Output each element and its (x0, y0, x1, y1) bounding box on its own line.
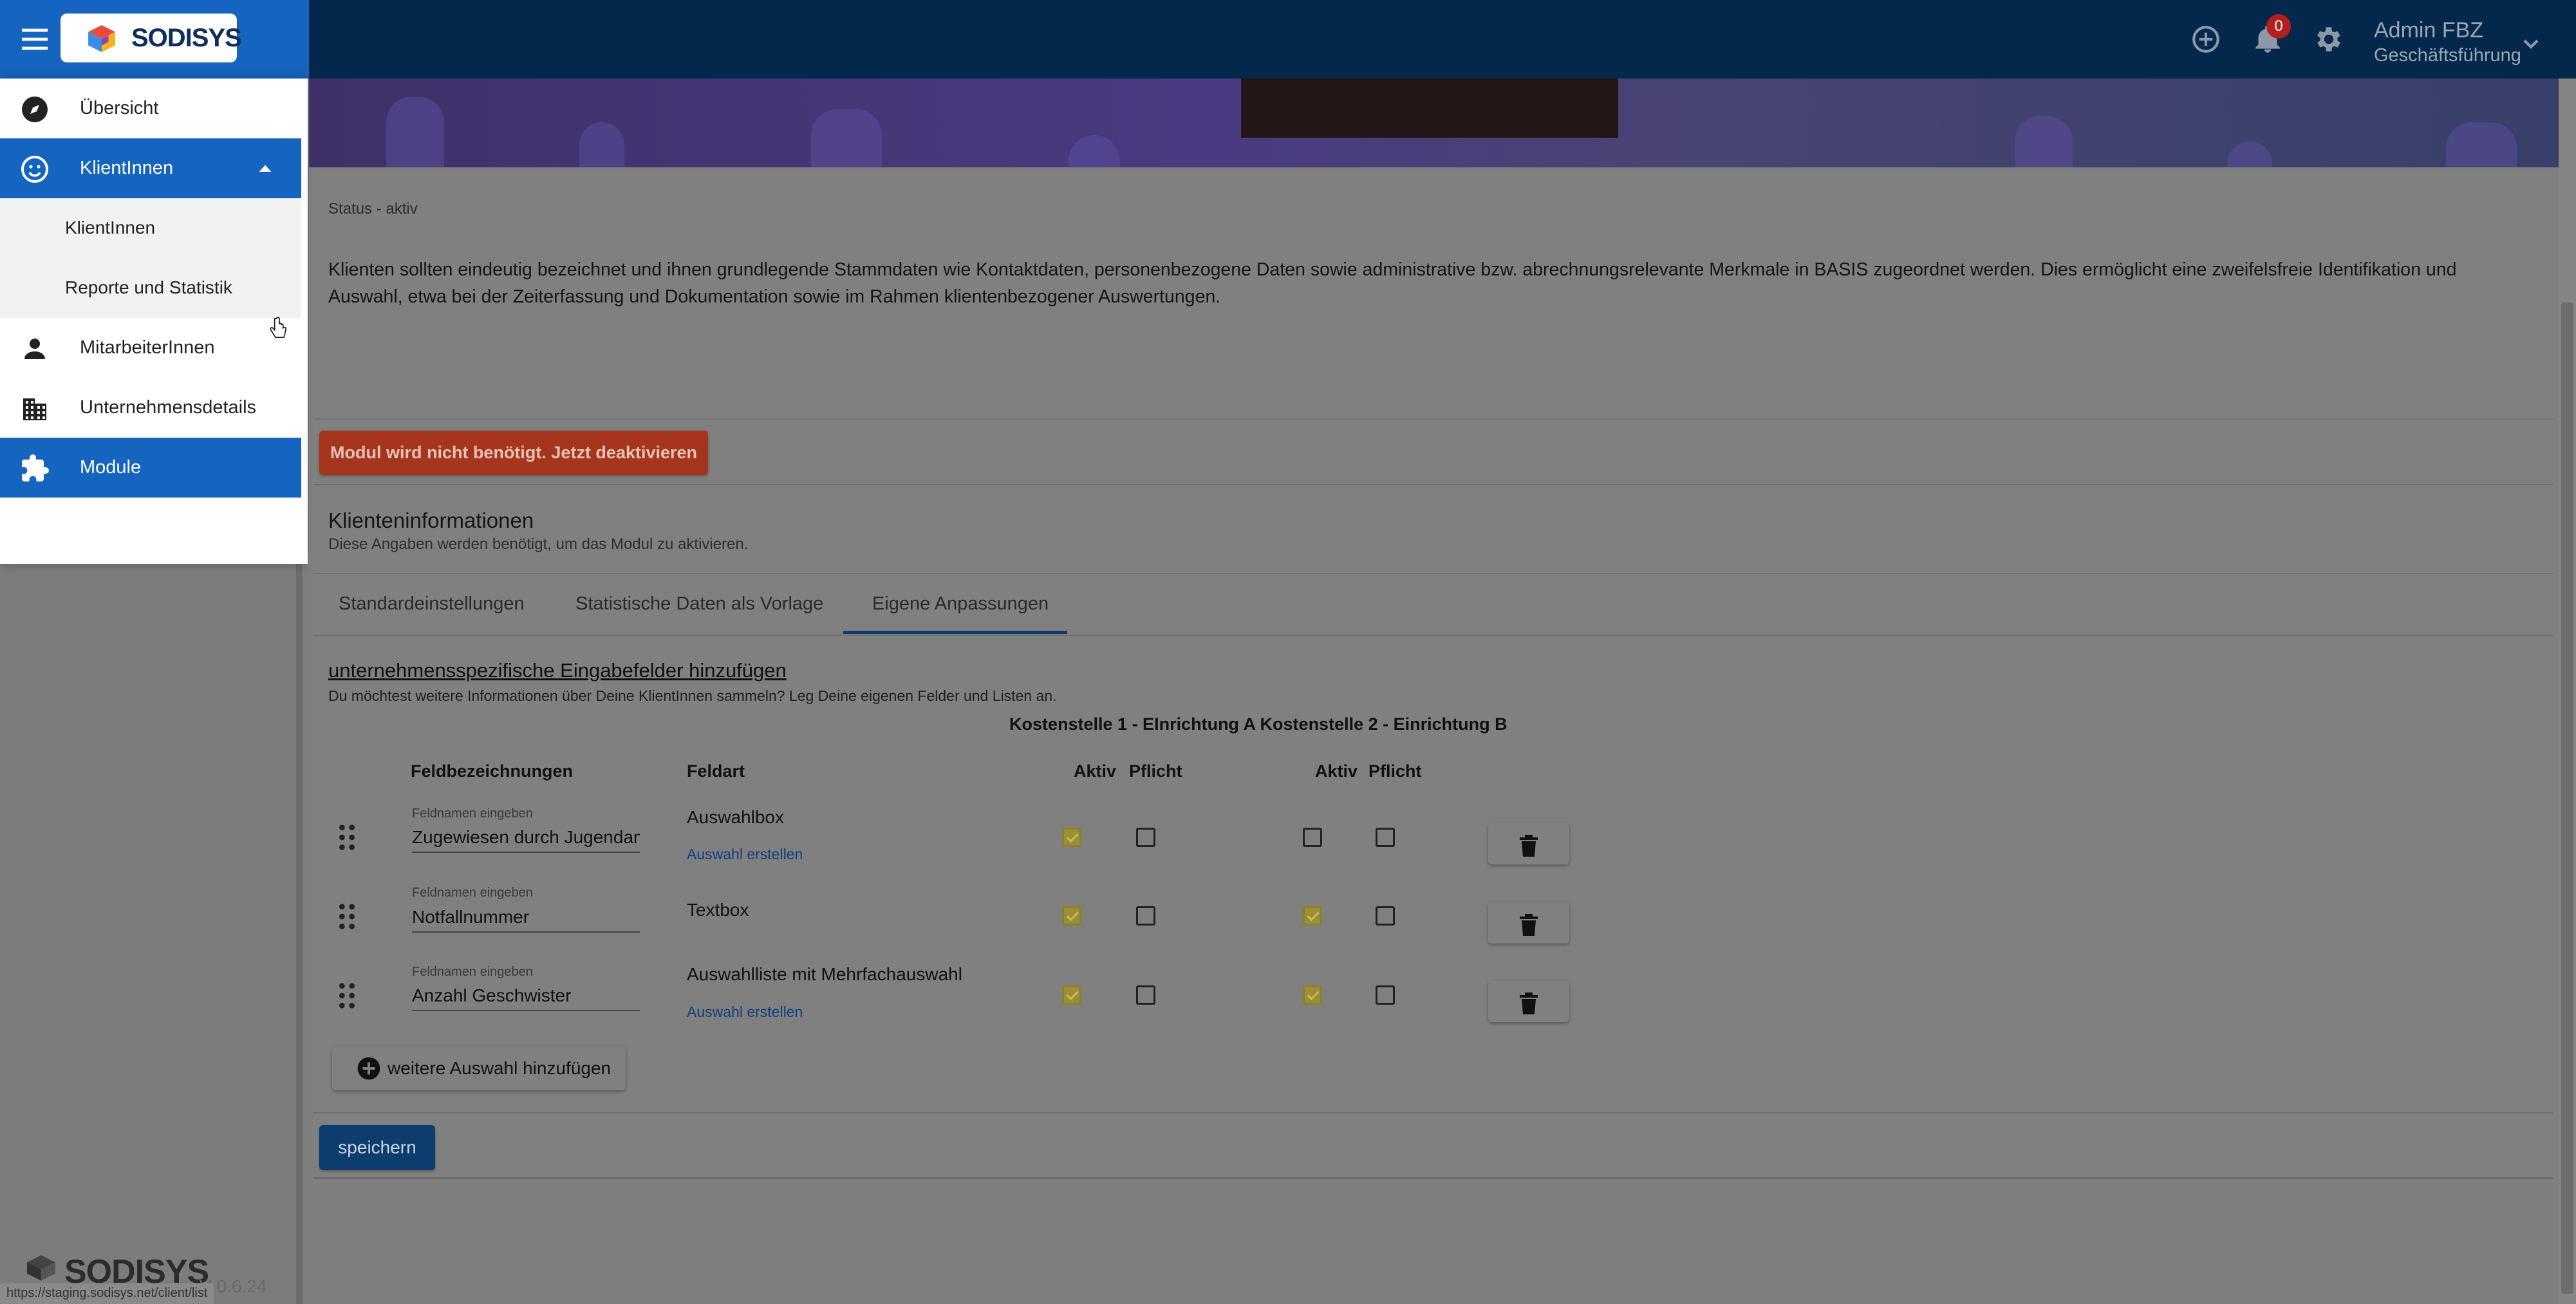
active-1-checkbox[interactable] (1062, 985, 1081, 1005)
field-type-value: Textbox (687, 900, 749, 920)
field-name-label: Feldnamen eingeben (412, 806, 533, 821)
active-2-checkbox[interactable] (1303, 828, 1322, 847)
sidebar-item-employees[interactable]: MitarbeiterInnen (0, 318, 301, 378)
user-name[interactable]: Admin FBZ (2374, 18, 2483, 43)
compass-icon (22, 97, 48, 122)
user-role: Geschäftsführung (2374, 45, 2521, 66)
create-selection-link[interactable]: Auswahl erstellen (687, 1003, 803, 1021)
sidebar-menu: Übersicht KlientInnen KlientInnen Report… (0, 79, 308, 564)
plus-circle-icon (357, 1057, 380, 1080)
divider (313, 635, 2553, 636)
caret-up-icon[interactable] (256, 160, 274, 176)
section-subtitle: Diese Angaben werden benötigt, um das Mo… (328, 536, 749, 553)
sidebar-item-label: Übersicht (80, 98, 159, 118)
chevron-down-icon[interactable] (2518, 31, 2544, 57)
save-button[interactable]: speichern (319, 1125, 435, 1170)
trash-icon (1520, 835, 1538, 857)
scrollbar-thumb[interactable] (2561, 303, 2573, 1294)
drag-handle-icon[interactable] (336, 902, 358, 931)
sidebar-item-label: Unternehmensdetails (80, 397, 257, 418)
notification-badge: 0 (2266, 14, 2291, 39)
hand-cursor-icon (270, 317, 287, 339)
divider (313, 418, 2553, 420)
column-header-field-names: Feldbezeichnungen (411, 761, 574, 781)
divider (313, 573, 2553, 574)
sidebar-item-label: Module (80, 457, 142, 478)
trash-icon (1520, 992, 1538, 1014)
active-1-checkbox[interactable] (1062, 828, 1081, 847)
section-title: Klienteninformationen (328, 508, 534, 532)
drag-handle-icon[interactable] (336, 823, 358, 852)
sidebar-subitem-label: Reporte und Statistik (65, 277, 232, 297)
sidebar-header: SODISYS (0, 0, 309, 79)
gear-icon[interactable] (2313, 23, 2345, 55)
banner-image (1241, 79, 1618, 138)
column-header-active-1: Aktiv (1074, 761, 1117, 781)
sidebar-subitem-label: KlientInnen (65, 218, 156, 238)
add-custom-fields-link[interactable]: unternehmensspezifische Eingabefelder hi… (328, 659, 787, 682)
sidebar-item-modules[interactable]: Module (0, 438, 301, 498)
tab-standard-settings[interactable]: Standardeinstellungen (339, 593, 525, 615)
sidebar-item-clients[interactable]: KlientInnen (0, 138, 301, 198)
tab-custom-adjustments[interactable]: Eigene Anpassungen (872, 593, 1049, 615)
sidebar-subitem-clients[interactable]: KlientInnen (0, 198, 301, 258)
column-header-active-2: Aktiv (1315, 761, 1358, 781)
active-2-checkbox[interactable] (1303, 906, 1322, 926)
delete-field-button[interactable] (1488, 902, 1569, 944)
top-bar: 0 Admin FBZ Geschäftsführung (0, 0, 2576, 79)
divider (313, 1112, 2553, 1113)
field-type-value: Auswahlliste mit Mehrfachauswahl (687, 964, 962, 984)
required-1-checkbox[interactable] (1136, 985, 1155, 1005)
active-1-checkbox[interactable] (1062, 906, 1081, 926)
delete-field-button[interactable] (1488, 823, 1569, 864)
menu-icon[interactable] (19, 26, 50, 53)
column-header-field-type: Feldart (687, 761, 745, 781)
column-header-required-1: Pflicht (1129, 761, 1182, 781)
tab-statistical-template[interactable]: Statistische Daten als Vorlage (575, 593, 823, 615)
required-1-checkbox[interactable] (1136, 906, 1155, 926)
cost-center-heading: Kostenstelle 1 - EInrichtung A Kostenste… (1009, 714, 1507, 734)
puzzle-icon (22, 454, 49, 481)
smiley-icon (21, 156, 48, 183)
field-name-input[interactable]: Zugewiesen durch Jugendamt (412, 827, 640, 853)
create-selection-link[interactable]: Auswahl erstellen (687, 846, 803, 863)
column-header-required-2: Pflicht (1368, 761, 1422, 781)
person-icon (24, 339, 45, 359)
required-2-checkbox[interactable] (1376, 828, 1395, 847)
status-url: https://staging.sodisys.net/client/list (0, 1283, 214, 1304)
sidebar-item-overview[interactable]: Übersicht (0, 79, 301, 138)
field-name-input[interactable]: Notfallnummer (412, 907, 640, 933)
add-selection-button[interactable]: weitere Auswahl hinzufügen (332, 1047, 626, 1090)
active-2-checkbox[interactable] (1303, 985, 1322, 1005)
brand-logo[interactable]: SODISYS (61, 14, 242, 62)
field-name-input[interactable]: Anzahl Geschwister (412, 985, 640, 1011)
field-type-value: Auswahlbox (687, 807, 784, 827)
required-2-checkbox[interactable] (1376, 906, 1395, 926)
deactivate-module-button[interactable]: Modul wird nicht benötigt. Jetzt deaktiv… (319, 431, 708, 475)
module-description: Klienten sollten eindeutig bezeichnet un… (328, 259, 2457, 307)
add-circle-icon[interactable] (2190, 23, 2222, 55)
footer-logo-cube-icon (27, 1255, 55, 1281)
sidebar-subitem-reports[interactable]: Reporte und Statistik (0, 258, 301, 318)
building-icon (23, 398, 46, 420)
field-name-label: Feldnamen eingeben (412, 965, 533, 979)
drag-handle-icon[interactable] (336, 981, 358, 1011)
logo-text: SODISYS (131, 24, 242, 52)
trash-icon (1520, 914, 1538, 936)
client-info-card (313, 487, 2553, 1179)
delete-field-button[interactable] (1488, 981, 1569, 1022)
field-name-label: Feldnamen eingeben (412, 886, 533, 900)
required-2-checkbox[interactable] (1376, 985, 1395, 1005)
active-tab-indicator (843, 631, 1067, 634)
module-status: Status - aktiv (328, 200, 418, 218)
add-selection-label: weitere Auswahl hinzufügen (387, 1058, 611, 1078)
sidebar-item-company[interactable]: Unternehmensdetails (0, 378, 301, 438)
logo-cube-icon (88, 25, 115, 52)
required-1-checkbox[interactable] (1136, 828, 1155, 847)
custom-fields-hint: Du möchtest weitere Informationen über D… (328, 687, 1057, 704)
sidebar-item-label: MitarbeiterInnen (80, 337, 215, 358)
sidebar-item-label: KlientInnen (80, 158, 174, 178)
